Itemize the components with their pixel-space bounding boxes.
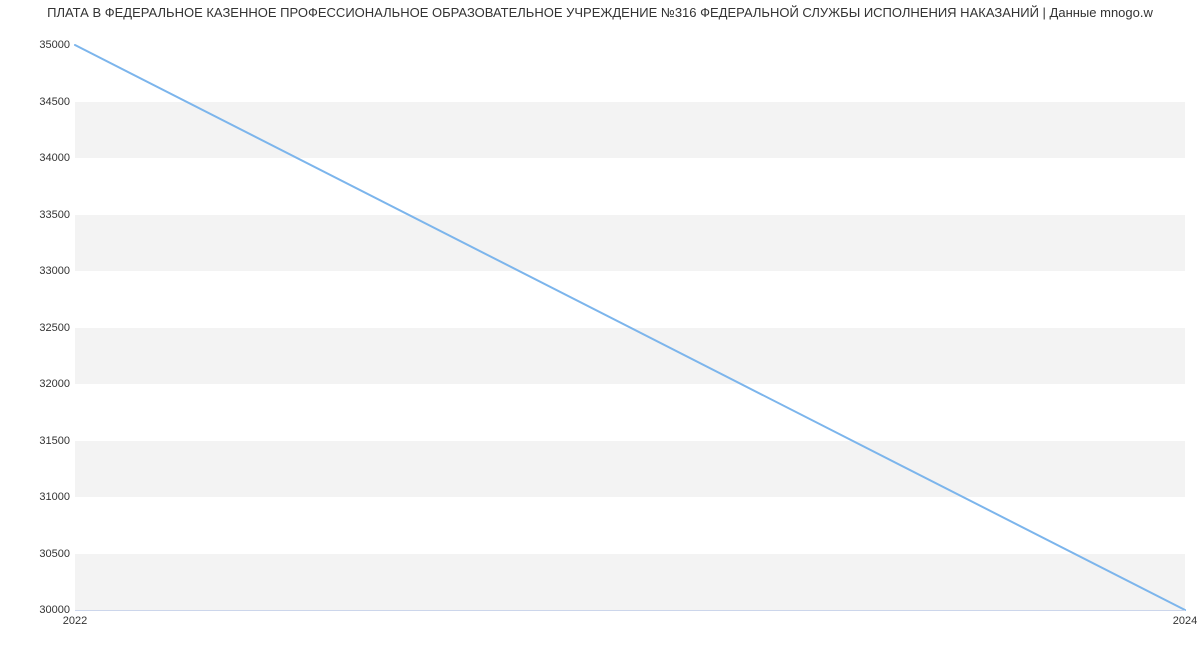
line-series: [75, 45, 1185, 610]
y-tick-label: 31000: [10, 491, 70, 503]
y-tick-label: 32500: [10, 322, 70, 334]
plot-area: [75, 45, 1185, 610]
chart-title: ПЛАТА В ФЕДЕРАЛЬНОЕ КАЗЕННОЕ ПРОФЕССИОНА…: [0, 5, 1200, 20]
y-tick-label: 35000: [10, 39, 70, 51]
y-tick-label: 34000: [10, 152, 70, 164]
y-tick-label: 30000: [10, 604, 70, 616]
y-tick-label: 33500: [10, 209, 70, 221]
x-tick-label: 2022: [63, 615, 87, 627]
x-axis-line: [75, 610, 1185, 611]
y-tick-label: 34500: [10, 96, 70, 108]
y-tick-label: 32000: [10, 378, 70, 390]
y-tick-label: 31500: [10, 435, 70, 447]
x-tick-label: 2024: [1173, 615, 1197, 627]
y-tick-label: 33000: [10, 265, 70, 277]
y-tick-label: 30500: [10, 548, 70, 560]
